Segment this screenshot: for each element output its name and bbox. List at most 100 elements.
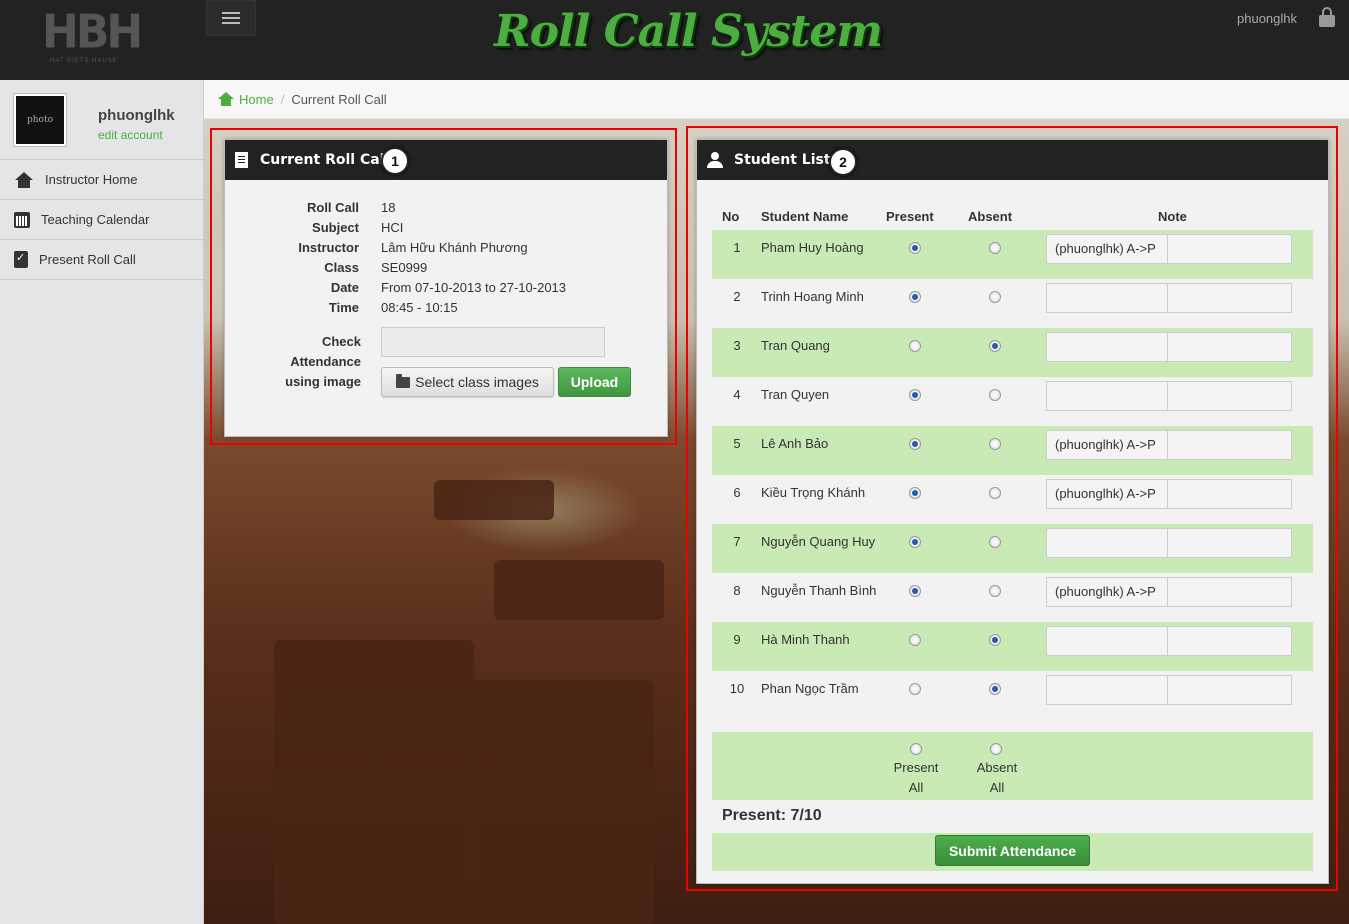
info-row-subject: Subject HCI [225,220,667,240]
present-radio[interactable] [909,438,921,450]
note-history-field[interactable] [1046,675,1168,705]
sidebar-item-instructor-home[interactable]: Instructor Home [0,160,203,200]
present-radio[interactable] [909,291,921,303]
background-desk [434,480,554,520]
info-label: Instructor [298,240,359,255]
user-icon [707,152,723,168]
absent-radio[interactable] [989,536,1001,548]
present-radio[interactable] [909,634,921,646]
table-row: 8 Nguyễn Thanh Bình (phuonglhk) A->P [712,573,1313,622]
absent-radio[interactable] [989,487,1001,499]
present-radio[interactable] [909,585,921,597]
info-value: 18 [381,200,396,215]
table-row: 9 Hà Minh Thanh [712,622,1313,671]
upload-button[interactable]: Upload [558,367,631,397]
checklist-icon [14,251,28,268]
avatar: photo [14,94,66,146]
check-label-line: Attendance [290,354,361,369]
info-label: Class [324,260,359,275]
lock-icon-body [1319,15,1335,27]
note-history-field[interactable] [1046,528,1168,558]
absent-radio[interactable] [989,585,1001,597]
logo[interactable]: HBH HAT BIETS HAUSE [42,6,143,66]
table-row: 2 Trinh Hoang Minh [712,279,1313,328]
note-history-field[interactable] [1046,332,1168,362]
note-input[interactable] [1167,283,1292,313]
student-no: 2 [733,289,741,304]
sidebar-item-present-roll-call[interactable]: Present Roll Call [0,240,203,280]
info-row-roll-call: Roll Call 18 [225,200,667,220]
present-radio[interactable] [909,340,921,352]
main-content: Home / Current Roll Call Current Roll Ca… [204,80,1349,924]
note-input[interactable] [1167,479,1292,509]
absent-all-label: Absent All [967,758,1027,798]
info-value: SE0999 [381,260,428,275]
column-header-absent: Absent [968,209,1013,224]
absent-radio[interactable] [989,683,1001,695]
absent-radio[interactable] [989,389,1001,401]
note-input[interactable] [1167,332,1292,362]
file-path-input[interactable] [381,327,605,357]
note-input[interactable] [1167,577,1292,607]
note-input[interactable] [1167,234,1292,264]
absent-radio[interactable] [989,438,1001,450]
present-radio[interactable] [909,683,921,695]
annotation-badge-1: 1 [381,147,409,175]
profile-section: photo phuonglhk edit account [0,80,203,160]
present-radio[interactable] [909,536,921,548]
profile-name: phuonglhk [98,107,175,124]
submit-attendance-button[interactable]: Submit Attendance [935,835,1090,866]
student-no: 10 [729,681,745,696]
document-icon [235,152,248,168]
note-input[interactable] [1167,381,1292,411]
sidebar-item-label: Present Roll Call [39,252,136,267]
lock-icon[interactable] [1319,7,1335,27]
top-header: HBH HAT BIETS HAUSE Roll Call System phu… [0,0,1349,80]
info-label: Time [328,300,359,315]
note-input[interactable] [1167,430,1292,460]
check-label-line: using image [285,374,361,389]
absent-radio[interactable] [989,242,1001,254]
header-username[interactable]: phuonglhk [1237,11,1297,26]
sidebar-item-teaching-calendar[interactable]: Teaching Calendar [0,200,203,240]
present-radio[interactable] [909,389,921,401]
note-input[interactable] [1167,626,1292,656]
breadcrumb-home-link[interactable]: Home [239,92,274,107]
student-no: 6 [733,485,741,500]
note-input[interactable] [1167,675,1292,705]
info-label: Subject [312,220,359,235]
select-button-label: Select class images [415,374,539,390]
present-all-label: Present All [886,758,946,798]
present-all-radio[interactable] [910,743,922,755]
table-row: 1 Pham Huy Hoàng (phuonglhk) A->P [712,230,1313,279]
info-value: HCI [381,220,404,235]
note-history-field[interactable] [1046,626,1168,656]
note-history-field[interactable] [1046,381,1168,411]
student-name: Tran Quyen [761,387,830,402]
absent-radio[interactable] [989,634,1001,646]
select-class-images-button[interactable]: Select class images [381,367,554,397]
home-icon [14,171,34,189]
note-history-field[interactable]: (phuonglhk) A->P [1046,430,1168,460]
absent-all-radio[interactable] [990,743,1002,755]
note-history-field[interactable]: (phuonglhk) A->P [1046,234,1168,264]
present-radio[interactable] [909,487,921,499]
table-row: 10 Phan Ngọc Trầm [712,671,1313,720]
note-history-field[interactable]: (phuonglhk) A->P [1046,577,1168,607]
note-history-field[interactable] [1046,283,1168,313]
student-no: 3 [733,338,741,353]
menu-toggle-button[interactable] [206,0,256,36]
present-radio[interactable] [909,242,921,254]
student-name: Hà Minh Thanh [761,632,850,647]
home-icon[interactable] [218,92,234,106]
info-row-instructor: Instructor Lâm Hữu Khánh Phương [225,240,667,260]
column-header-no: No [722,209,740,224]
note-input[interactable] [1167,528,1292,558]
present-all-label-line: All [908,780,924,795]
table-row: 6 Kiều Trọng Khánh (phuonglhk) A->P [712,475,1313,524]
edit-account-link[interactable]: edit account [98,128,163,142]
student-name: Kiều Trọng Khánh [761,485,866,500]
absent-radio[interactable] [989,291,1001,303]
absent-radio[interactable] [989,340,1001,352]
note-history-field[interactable]: (phuonglhk) A->P [1046,479,1168,509]
